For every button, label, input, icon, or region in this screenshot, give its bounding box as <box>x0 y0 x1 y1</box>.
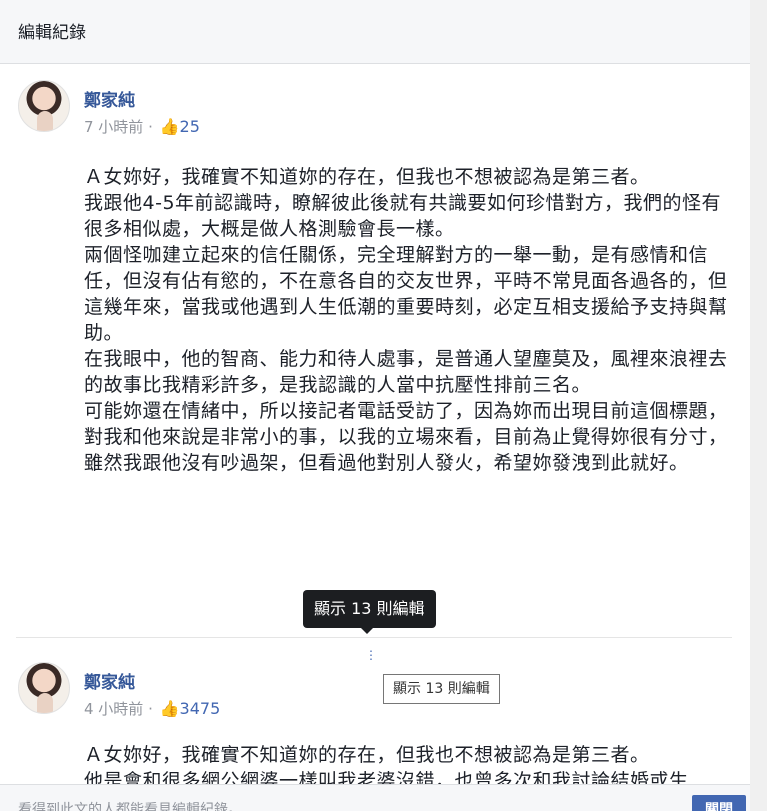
dialog-footer: 看得到此文的人都能看見編輯紀錄。 關閉 <box>0 784 750 811</box>
post-body: Ａ女妳好，我確實不知道妳的存在，但我也不想被認為是第三者。 他是會和很多網公網婆… <box>84 742 734 784</box>
paragraph: 可能妳還在情緒中，所以接記者電話受訪了，因為妳而出現目前這個標題，對我和他來說是… <box>84 400 728 474</box>
divider <box>16 637 732 638</box>
post-meta: 4 小時前 · 👍3475 <box>84 698 220 719</box>
avatar[interactable] <box>18 80 70 132</box>
paragraph: Ａ女妳好，我確實不知道妳的存在，但我也不想被認為是第三者。 <box>84 744 650 766</box>
edit-history-list: 鄭家純 7 小時前 · 👍25 Ａ女妳好，我確實不知道妳的存在，但我也不想被認為… <box>0 64 750 784</box>
dialog-title: 編輯紀錄 <box>18 23 86 43</box>
like-count[interactable]: 3475 <box>180 699 221 718</box>
dialog-header: 編輯紀錄 × <box>0 0 767 64</box>
scrollbar[interactable] <box>750 0 767 811</box>
expand-edits-icon[interactable]: ⋮ <box>365 648 377 662</box>
timestamp[interactable]: 4 小時前 · <box>84 700 158 718</box>
avatar[interactable] <box>18 662 70 714</box>
show-edits-hint: 顯示 13 則編輯 <box>383 674 500 704</box>
paragraph: 我跟他4-5年前認識時，瞭解彼此後就有共識要如何珍惜對方，我們的怪有很多相似處，… <box>84 192 722 240</box>
paragraph: 兩個怪咖建立起來的信任關係，完全理解對方的一舉一動，是有感情和信任，但沒有佔有慾… <box>84 244 728 344</box>
like-icon: 👍 <box>159 699 180 718</box>
paragraph: 在我眼中，他的智商、能力和待人處事，是普通人望塵莫及，風裡來浪裡去的故事比我精彩… <box>84 348 728 396</box>
show-edits-tooltip: 顯示 13 則編輯 <box>303 590 436 634</box>
timestamp[interactable]: 7 小時前 · <box>84 118 158 136</box>
like-icon: 👍 <box>159 117 180 136</box>
like-count[interactable]: 25 <box>180 117 200 136</box>
post-meta: 7 小時前 · 👍25 <box>84 116 200 137</box>
close-button[interactable]: 關閉 <box>692 795 746 811</box>
footer-note: 看得到此文的人都能看見編輯紀錄。 <box>18 802 242 811</box>
paragraph: 他是會和很多網公網婆一樣叫我老婆沒錯，也曾多次和我討論結婚或生 <box>84 770 689 784</box>
paragraph: Ａ女妳好，我確實不知道妳的存在，但我也不想被認為是第三者。 <box>84 166 650 188</box>
post-body: Ａ女妳好，我確實不知道妳的存在，但我也不想被認為是第三者。 我跟他4-5年前認識… <box>84 164 734 476</box>
author-name[interactable]: 鄭家純 <box>84 86 135 111</box>
author-name[interactable]: 鄭家純 <box>84 668 135 693</box>
